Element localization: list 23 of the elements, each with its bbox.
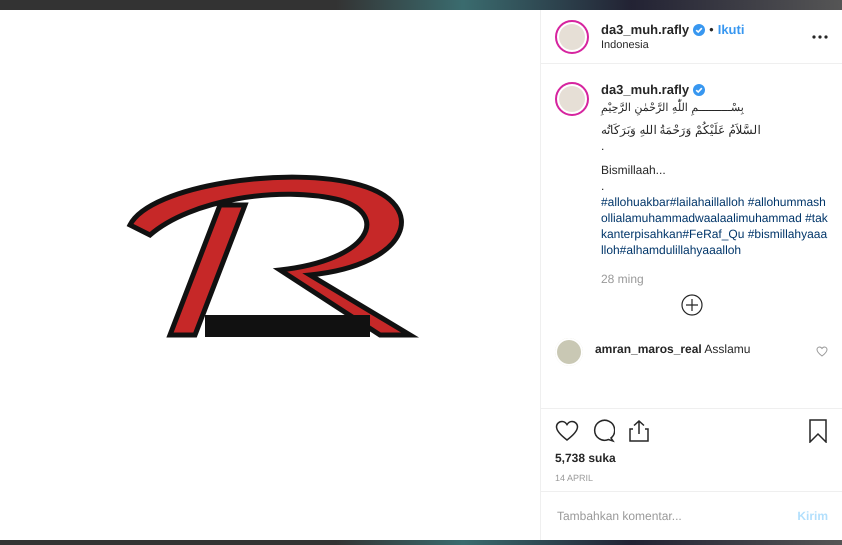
load-more-comments-icon[interactable] (680, 294, 702, 316)
post-time: 28 ming (601, 272, 645, 286)
username-link[interactable]: da3_muh.rafly (601, 22, 690, 37)
caption-title: بِسْــــــــــمِ اللّٰهِ الرَّحْمٰنِ الرَّحِيْمِ (601, 101, 744, 114)
location-text: Indonesia (601, 39, 650, 51)
caption-text: . (601, 178, 606, 194)
caption-text: . (601, 138, 606, 154)
comment-icon[interactable] (591, 419, 615, 443)
caption-text: السَّلاَمُ عَلَيْكُمْ وَرَحْمَةُ اللهِ وَبَرَكَاتُه (601, 122, 762, 138)
like-count[interactable]: 5,738 suka (555, 451, 828, 465)
caption-text: Bismillaah... (601, 162, 667, 178)
bookmark-icon[interactable] (808, 419, 828, 443)
avatar[interactable] (555, 82, 589, 116)
post-date: 14 APRIL (555, 473, 594, 483)
username-link[interactable]: da3_muh.rafly (601, 82, 690, 97)
comment-text: amran_maros_real Asslamu (595, 342, 752, 356)
separator-dot: • (709, 22, 714, 37)
like-icon[interactable] (555, 420, 579, 442)
hashtag-link[interactable]: #allohuakbar#lailahaillalloh #allohummashollialamuhammadwaalaalimuhammad #takkanterpisahkan#FeRaf_Qu #bismillahyaaalloh#alhamdulillahyaaalloh (601, 194, 828, 258)
share-icon[interactable] (627, 419, 651, 443)
like-comment-icon[interactable] (816, 346, 828, 357)
avatar[interactable] (555, 20, 589, 54)
more-options-icon[interactable] (812, 34, 828, 38)
